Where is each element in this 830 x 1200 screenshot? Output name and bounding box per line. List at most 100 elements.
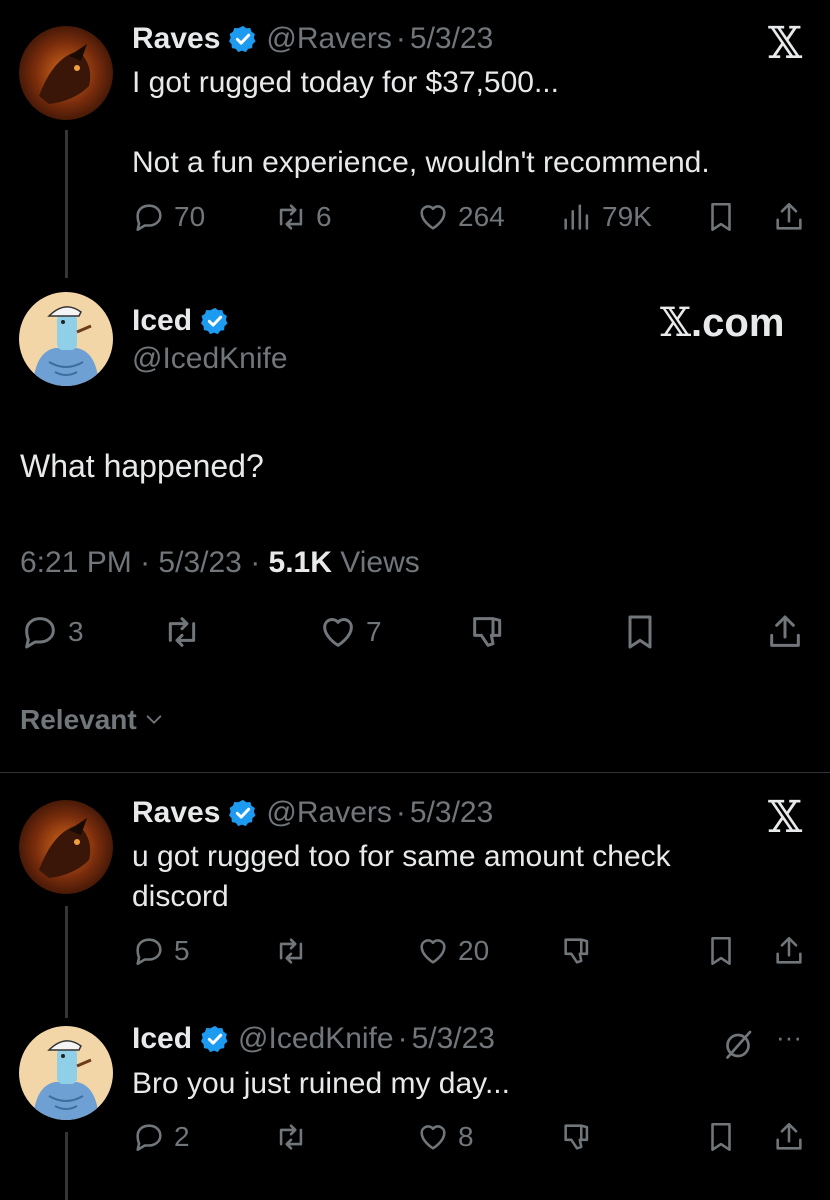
thread-line [65,906,68,1018]
reply-actions: 5 20 [132,934,812,974]
retweet-icon [279,938,303,964]
avatar-raves[interactable] [19,800,113,894]
retweet-icon [279,204,303,230]
retweet-button[interactable] [274,1120,308,1154]
reply-header: Iced @IcedKnife · 5/3/23 [132,1022,495,1056]
bookmark-button[interactable] [704,200,738,234]
avatar-raves[interactable] [19,26,113,120]
tweet-actions: 70 6 264 79K [132,200,812,240]
reply-text: u got rugged too for same amount check d… [132,840,671,913]
like-button[interactable]: 8 [416,1120,474,1154]
handle[interactable]: @Ravers [266,22,391,56]
reply-count: 3 [68,616,84,647]
reply-actions: 2 8 [132,1120,812,1160]
more-options-button[interactable]: ··· [776,1022,802,1053]
tweet-date[interactable]: 5/3/23 [410,796,493,830]
share-button[interactable] [772,1120,806,1154]
bookmark-button[interactable] [704,1120,738,1154]
thumbs-down-icon [564,1124,589,1150]
tweet-text: I got rugged today for $37,500... Not a … [132,66,710,179]
display-name[interactable]: Raves [132,22,220,56]
verified-badge-icon [228,24,258,54]
reply-icon [136,204,162,232]
handle[interactable]: @IcedKnife [132,342,288,376]
like-count: 20 [458,935,490,966]
reply-button[interactable]: 3 [20,612,84,652]
reply-header: Raves @Ravers · 5/3/23 [132,796,493,830]
dislike-button[interactable] [560,1120,594,1154]
share-icon [776,202,802,230]
bookmark-icon [711,202,731,232]
slash-circle-icon [726,1030,752,1059]
views-button[interactable]: 79K [560,200,652,234]
retweet-count: 6 [316,201,332,232]
sort-label: Relevant [20,704,137,735]
views-count: 5.1K [268,546,332,579]
reply-button[interactable]: 5 [132,934,190,968]
separator-dot: · [397,1022,408,1055]
display-name[interactable]: Raves [132,796,220,830]
reply-count: 5 [174,935,190,966]
like-count: 8 [458,1121,474,1152]
sort-relevant-dropdown[interactable]: Relevant [20,704,165,736]
thread-line [65,130,68,278]
tweet-date[interactable]: 5/3/23 [158,546,241,579]
x-logo-icon: 𝕏 [768,792,803,843]
retweet-button[interactable] [274,934,308,968]
retweet-button[interactable]: 6 [274,200,332,234]
reply-icon [136,938,162,966]
divider [0,772,830,773]
separator-dot: · [395,22,406,55]
views-label: Views [340,546,420,579]
retweet-icon [168,617,196,647]
handle[interactable]: @IcedKnife [238,1022,394,1056]
tweet-time[interactable]: 6:21 PM [20,546,132,579]
main-tweet-actions: 3 7 [20,612,810,652]
views-icon [564,204,589,230]
like-button[interactable]: 264 [416,200,505,234]
heart-icon [323,618,353,647]
x-logo-icon: 𝕏 [660,300,692,346]
reply-text: Bro you just ruined my day... [132,1067,510,1100]
share-button[interactable] [772,200,806,234]
separator-dot: · [250,546,261,579]
handle[interactable]: @Ravers [266,796,391,830]
site-suffix: .com [691,301,785,345]
like-button[interactable]: 7 [318,612,382,652]
bookmark-button[interactable] [704,934,738,968]
thumbs-down-icon [473,617,502,647]
main-tweet-name-row: Iced [132,304,238,338]
reply-button[interactable]: 2 [132,1120,190,1154]
more-icon: ··· [776,1022,802,1052]
tweet-date[interactable]: 5/3/23 [412,1022,495,1056]
heart-icon [420,1125,446,1150]
avatar-iced[interactable] [19,292,113,386]
separator-dot: · [395,796,406,829]
display-name[interactable]: Iced [132,304,192,338]
bookmark-button[interactable] [620,612,660,652]
tweet-date[interactable]: 5/3/23 [410,22,493,56]
separator-dot: · [140,546,151,579]
tweet-metadata: 6:21 PM · 5/3/23 · 5.1K Views [20,546,420,580]
reply-icon [136,1124,162,1152]
reply-icon [25,617,55,649]
tweet-header: Raves @Ravers · 5/3/23 [132,22,493,56]
verified-badge-icon [200,306,230,336]
reply-button[interactable]: 70 [132,200,205,234]
like-count: 264 [458,201,505,232]
dislike-button[interactable] [560,934,594,968]
like-button[interactable]: 20 [416,934,489,968]
share-icon [770,615,800,647]
grok-slash-button[interactable] [720,1026,756,1062]
share-button[interactable] [765,612,805,652]
retweet-button[interactable] [162,612,202,652]
avatar-iced[interactable] [19,1026,113,1120]
reply-count: 2 [174,1121,190,1152]
share-button[interactable] [772,934,806,968]
verified-badge-icon [228,798,258,828]
bookmark-icon [711,936,731,966]
dislike-button[interactable] [468,612,508,652]
display-name[interactable]: Iced [132,1022,192,1056]
x-logo-icon: 𝕏 [768,18,803,69]
like-count: 7 [366,616,382,647]
